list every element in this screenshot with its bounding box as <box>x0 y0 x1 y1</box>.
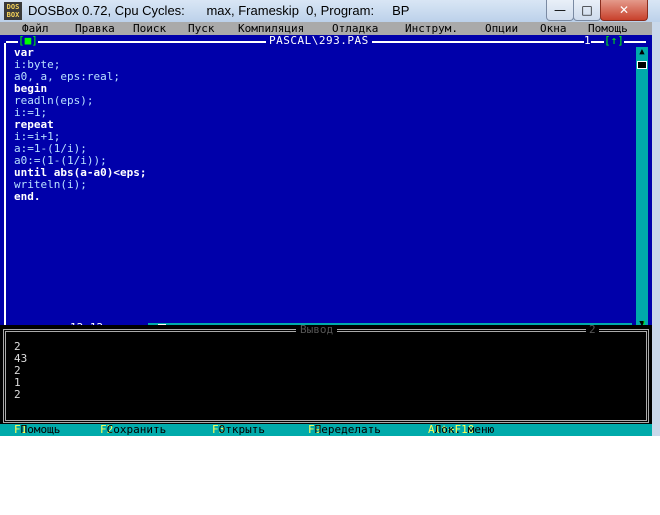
output-line: 2 <box>14 388 21 401</box>
output-frame <box>3 329 649 423</box>
window-frame-right <box>652 22 660 436</box>
status-make-label: Переделать <box>314 423 381 436</box>
status-make[interactable]: F9 Переделать <box>308 424 381 436</box>
code-area[interactable]: var i:byte; a0, a, eps:real; begin readl… <box>14 47 146 203</box>
editor-window-number: 1 <box>584 34 591 47</box>
status-local-menu-label: Лок. меню <box>434 423 495 436</box>
scroll-up-arrow-icon[interactable]: ▲ <box>636 47 648 57</box>
output-window-number: 2 <box>586 324 599 335</box>
code-line: end. <box>14 190 41 203</box>
dos-screen[interactable]: Файл Правка Поиск Пуск Компиляция Отладк… <box>0 22 652 436</box>
vertical-scroll-thumb[interactable] <box>637 61 647 69</box>
menu-tools[interactable]: Инструм. <box>405 22 458 35</box>
status-help-label: Помощь <box>20 423 61 436</box>
status-open-label: Открыть <box>218 423 265 436</box>
output-text: 2 43 2 1 2 <box>14 341 27 401</box>
window-titlebar[interactable]: DOS BOX DOSBox 0.72, Cpu Cycles: max, Fr… <box>0 0 660 23</box>
editor-top-frame: [■] PASCAL\293.PAS 1 [↑] <box>0 35 652 47</box>
dosbox-app-icon[interactable]: DOS BOX <box>4 2 22 20</box>
close-button[interactable]: ✕ <box>600 0 648 21</box>
menu-edit[interactable]: Правка <box>75 22 115 35</box>
menu-window[interactable]: Окна <box>540 22 567 35</box>
status-save[interactable]: F2 Сохранить <box>100 424 166 436</box>
editor-window[interactable]: [■] PASCAL\293.PAS 1 [↑] var i:byte; a0,… <box>0 35 652 335</box>
editor-zoom-box[interactable]: [↑] <box>604 35 624 47</box>
menu-run[interactable]: Пуск <box>188 22 215 35</box>
status-help[interactable]: F1 Помощь <box>14 424 60 436</box>
vertical-scrollbar[interactable]: ▲ ▼ <box>636 47 648 329</box>
status-local-menu[interactable]: Alt+F10 Лок. меню <box>428 424 494 436</box>
status-open[interactable]: F3 Открыть <box>212 424 265 436</box>
minimize-button[interactable]: — <box>546 0 574 21</box>
output-window[interactable]: Вывод 2 2 43 2 1 2 <box>0 324 652 424</box>
menu-search[interactable]: Поиск <box>133 22 166 35</box>
output-title: Вывод <box>296 324 338 335</box>
window-title: DOSBox 0.72, Cpu Cycles: max, Frameskip … <box>28 3 410 18</box>
editor-filename: PASCAL\293.PAS <box>266 35 372 47</box>
status-bar: F1 Помощь F2 Сохранить F3 Открыть F9 Пер… <box>0 424 652 436</box>
menu-options[interactable]: Опции <box>485 22 518 35</box>
maximize-button[interactable]: □ <box>573 0 601 21</box>
status-save-label: Сохранить <box>106 423 167 436</box>
editor-left-border <box>4 43 6 327</box>
